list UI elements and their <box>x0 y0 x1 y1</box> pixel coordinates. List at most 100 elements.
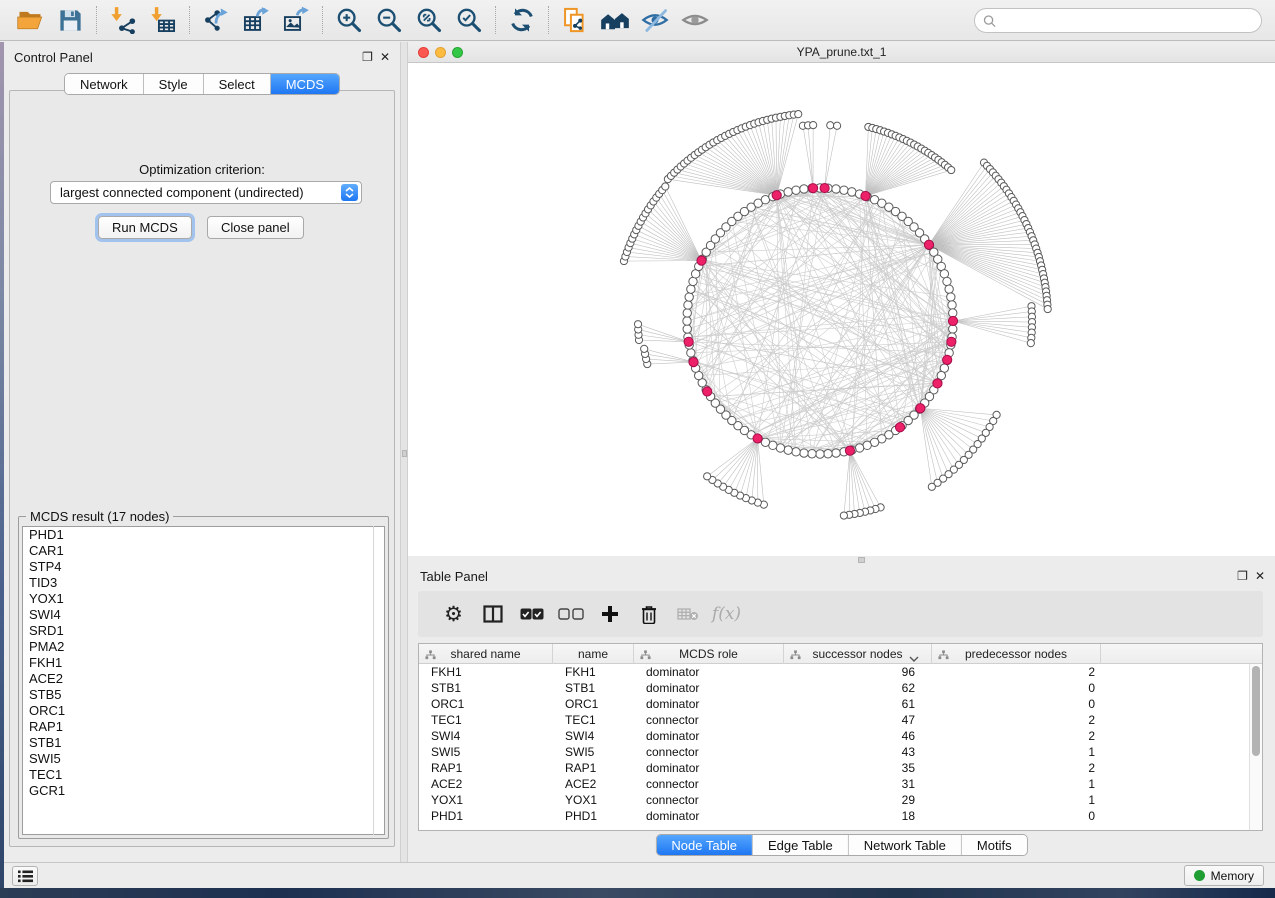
first-neighbors-button[interactable] <box>595 4 635 36</box>
export-network-button[interactable] <box>196 4 236 36</box>
export-table-button[interactable] <box>236 4 276 36</box>
column-header-successor-nodes[interactable]: successor nodes <box>784 644 932 664</box>
import-table-icon <box>149 6 177 34</box>
cell-name: SWI5 <box>553 744 634 760</box>
memory-button[interactable]: Memory <box>1184 865 1264 886</box>
mcds-result-item[interactable]: ORC1 <box>23 703 384 719</box>
mcds-result-item[interactable]: GCR1 <box>23 783 384 799</box>
mcds-list-scrollbar[interactable] <box>373 526 374 835</box>
deselect-all-columns-button[interactable] <box>551 597 590 631</box>
mcds-result-item[interactable]: STP4 <box>23 559 384 575</box>
mcds-result-list[interactable]: PHD1CAR1STP4TID3YOX1SWI4SRD1PMA2FKH1ACE2… <box>22 526 385 835</box>
table-row[interactable]: SWI5SWI5connector431 <box>419 744 1249 760</box>
criterion-dropdown[interactable]: largest connected component (undirected) <box>50 181 362 204</box>
columns-icon <box>483 605 503 623</box>
save-session-button[interactable] <box>50 4 90 36</box>
tab-style[interactable]: Style <box>144 74 204 94</box>
control-panel-float-button[interactable]: ❐ <box>362 50 373 64</box>
cell-predecessor-nodes: 0 <box>932 696 1101 712</box>
column-header-MCDS-role[interactable]: MCDS role <box>634 644 784 664</box>
mcds-result-item[interactable]: ACE2 <box>23 671 384 687</box>
tab-edge-table[interactable]: Edge Table <box>753 835 849 855</box>
tab-motifs[interactable]: Motifs <box>962 835 1027 855</box>
mcds-result-item[interactable]: PMA2 <box>23 639 384 655</box>
cell-MCDS-role: connector <box>634 712 784 728</box>
scrollbar-thumb[interactable] <box>1252 666 1260 756</box>
table-row[interactable]: SWI4SWI4dominator462 <box>419 728 1249 744</box>
search-input[interactable] <box>1002 13 1253 28</box>
tab-mcds[interactable]: MCDS <box>271 74 339 94</box>
horizontal-splitter[interactable] <box>408 556 1275 565</box>
show-all-button[interactable] <box>675 4 715 36</box>
new-network-from-selection-button[interactable] <box>555 4 595 36</box>
run-mcds-button[interactable]: Run MCDS <box>98 216 192 239</box>
zoom-fit-button[interactable] <box>409 4 449 36</box>
close-panel-button[interactable]: Close panel <box>207 216 304 239</box>
tab-node-table[interactable]: Node Table <box>656 835 753 855</box>
control-panel-close-button[interactable]: ✕ <box>380 50 390 64</box>
column-header-predecessor-nodes[interactable]: predecessor nodes <box>932 644 1101 664</box>
import-network-button[interactable] <box>103 4 143 36</box>
refresh-icon <box>508 6 536 34</box>
mcds-result-item[interactable]: STB1 <box>23 735 384 751</box>
table-row[interactable]: FKH1FKH1dominator962 <box>419 664 1249 680</box>
export-image-icon <box>282 6 310 34</box>
delete-table-button[interactable] <box>668 597 707 631</box>
table-row[interactable]: TEC1TEC1connector472 <box>419 712 1249 728</box>
table-row[interactable]: YOX1YOX1connector291 <box>419 792 1249 808</box>
select-all-columns-button[interactable] <box>512 597 551 631</box>
splitter-handle[interactable] <box>858 557 865 563</box>
apply-layout-button[interactable] <box>502 4 542 36</box>
tab-network-table[interactable]: Network Table <box>849 835 962 855</box>
zoom-in-button[interactable] <box>329 4 369 36</box>
table-row[interactable]: ORC1ORC1dominator610 <box>419 696 1249 712</box>
column-header-name[interactable]: name <box>553 644 634 664</box>
search-field[interactable] <box>974 8 1262 33</box>
cell-shared-name: ACE2 <box>419 776 553 792</box>
splitter-handle[interactable] <box>402 450 407 457</box>
mcds-result-item[interactable]: FKH1 <box>23 655 384 671</box>
mcds-result-item[interactable]: CAR1 <box>23 543 384 559</box>
export-image-button[interactable] <box>276 4 316 36</box>
hide-selected-button[interactable] <box>635 4 675 36</box>
toolbar-separator <box>322 6 323 34</box>
table-scrollbar[interactable] <box>1249 664 1262 830</box>
task-history-button[interactable] <box>12 866 38 886</box>
table-row[interactable]: PHD1PHD1dominator180 <box>419 808 1249 824</box>
mcds-result-item[interactable]: TEC1 <box>23 767 384 783</box>
mcds-result-item[interactable]: TID3 <box>23 575 384 591</box>
dropdown-stepper-icon <box>341 184 358 201</box>
show-column-panel-button[interactable] <box>473 597 512 631</box>
cell-shared-name: PHD1 <box>419 808 553 824</box>
tab-select[interactable]: Select <box>204 74 271 94</box>
mcds-result-item[interactable]: STB5 <box>23 687 384 703</box>
mcds-result-item[interactable]: RAP1 <box>23 719 384 735</box>
table-row[interactable]: STB1STB1dominator620 <box>419 680 1249 696</box>
network-view-window: YPA_prune.txt_1 <box>408 42 1275 556</box>
network-canvas[interactable] <box>408 63 1275 556</box>
zoom-out-button[interactable] <box>369 4 409 36</box>
mcds-result-item[interactable]: SRD1 <box>23 623 384 639</box>
zoom-selected-button[interactable] <box>449 4 489 36</box>
cell-shared-name: FKH1 <box>419 664 553 680</box>
mcds-result-item[interactable]: PHD1 <box>23 527 384 543</box>
vertical-splitter[interactable] <box>400 42 408 862</box>
open-session-button[interactable] <box>10 4 50 36</box>
mcds-result-item[interactable]: SWI5 <box>23 751 384 767</box>
table-row[interactable]: RAP1RAP1dominator352 <box>419 760 1249 776</box>
tab-network[interactable]: Network <box>65 74 144 94</box>
fx-icon: f(x) <box>712 604 741 624</box>
table-panel-float-button[interactable]: ❐ <box>1237 569 1248 583</box>
network-graph[interactable] <box>408 63 1275 556</box>
import-table-button[interactable] <box>143 4 183 36</box>
mcds-result-item[interactable]: SWI4 <box>23 607 384 623</box>
table-row[interactable]: ACE2ACE2connector311 <box>419 776 1249 792</box>
mcds-result-item[interactable]: YOX1 <box>23 591 384 607</box>
cell-shared-name: SWI5 <box>419 744 553 760</box>
table-panel-close-button[interactable]: ✕ <box>1255 569 1265 583</box>
add-column-button[interactable] <box>590 597 629 631</box>
column-header-shared-name[interactable]: shared name <box>419 644 553 664</box>
delete-column-button[interactable] <box>629 597 668 631</box>
function-builder-button[interactable]: f(x) <box>707 597 746 631</box>
table-settings-button[interactable]: ⚙ <box>434 597 473 631</box>
